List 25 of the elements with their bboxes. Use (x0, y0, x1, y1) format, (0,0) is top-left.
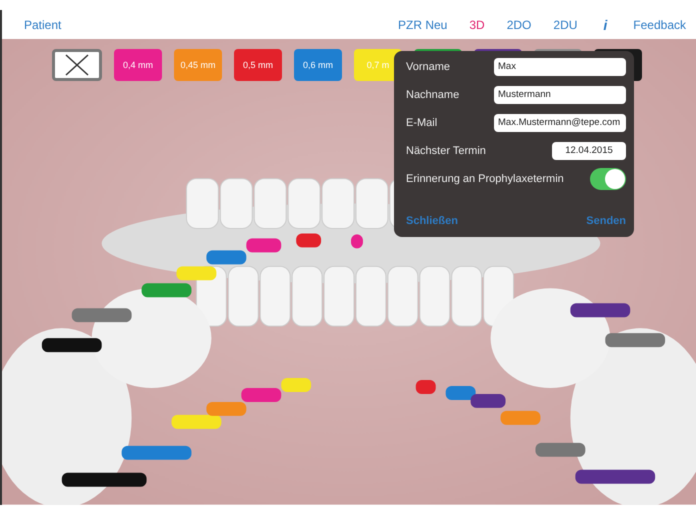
view-tab[interactable]: 2DO (506, 18, 532, 32)
input-field[interactable]: Max.Mustermann@tepe.com (494, 114, 626, 132)
size-chip[interactable]: 0,6 mm (294, 49, 342, 82)
reminder-label: Erinnerung an Prophylaxetermin (406, 173, 564, 186)
field-label: Vorname (406, 61, 450, 74)
input-field[interactable]: Max (494, 58, 626, 76)
field-label: E-Mail (406, 117, 438, 130)
reminder-toggle[interactable] (590, 168, 626, 190)
size-chip[interactable]: 0,45 mm (174, 49, 222, 82)
size-chip[interactable]: 0,4 mm (114, 49, 162, 82)
close-icon (64, 54, 90, 76)
view-tab[interactable]: PZR Neu (398, 18, 448, 32)
clear-button[interactable] (52, 49, 102, 82)
close-link[interactable]: Schließen (406, 215, 458, 228)
patient-link[interactable]: Patient (24, 18, 62, 32)
input-field[interactable]: 12.04.2015 (552, 142, 626, 160)
view-tab[interactable]: 3D (469, 18, 485, 32)
input-field[interactable]: Mustermann (494, 86, 626, 104)
info-button[interactable]: i (599, 16, 612, 33)
send-link[interactable]: Senden (586, 215, 626, 228)
field-label: Nächster Termin (406, 145, 486, 158)
size-chip[interactable]: 0,5 mm (234, 49, 282, 82)
feedback-link[interactable]: Feedback (633, 18, 686, 32)
field-label: Nachname (406, 89, 460, 102)
view-tab[interactable]: 2DU (553, 18, 578, 32)
